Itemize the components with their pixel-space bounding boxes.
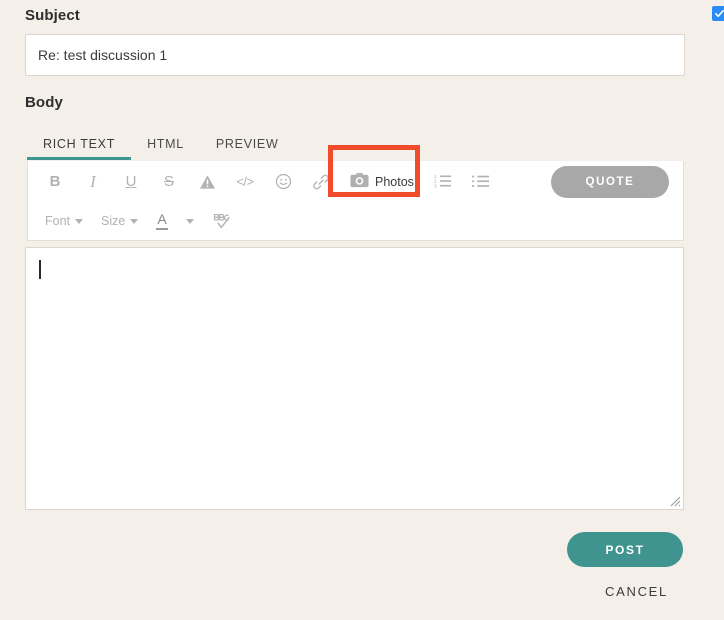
font-dropdown-label: Font	[45, 214, 71, 228]
subject-input[interactable]	[25, 34, 685, 76]
editor-mode-tabs: RICH TEXT HTML PREVIEW	[27, 128, 294, 160]
size-dropdown-label: Size	[101, 214, 126, 228]
editor-toolbar-card: B I U S </> Photos 1 2 3 QUOTE Font Size…	[27, 144, 684, 241]
tab-rich-text[interactable]: RICH TEXT	[27, 137, 132, 160]
svg-text:3: 3	[434, 183, 437, 188]
italic-icon[interactable]: I	[74, 167, 112, 197]
warning-triangle-icon[interactable]	[188, 167, 226, 197]
photos-button-wrapper: Photos	[328, 144, 420, 197]
toolbar-row-secondary: Font Size A	[28, 202, 683, 240]
camera-icon	[350, 172, 369, 191]
text-color-icon: A	[156, 211, 168, 230]
code-icon[interactable]: </>	[226, 167, 264, 197]
tab-html[interactable]: HTML	[131, 137, 200, 160]
ordered-list-icon[interactable]: 1 2 3	[424, 167, 462, 197]
photos-button[interactable]: Photos	[346, 167, 418, 197]
body-editor[interactable]	[25, 247, 684, 510]
cancel-button[interactable]: CANCEL	[590, 583, 683, 600]
size-dropdown[interactable]: Size	[92, 207, 147, 235]
underline-icon[interactable]: U	[112, 167, 150, 197]
text-cursor	[39, 260, 41, 279]
tab-preview[interactable]: PREVIEW	[200, 137, 295, 160]
checkmark-icon	[714, 8, 724, 19]
chevron-down-icon	[75, 218, 84, 224]
bold-icon[interactable]: B	[36, 167, 74, 197]
chevron-down-icon	[130, 218, 139, 224]
unordered-list-icon[interactable]	[462, 167, 500, 197]
link-icon[interactable]	[302, 167, 340, 197]
strikethrough-icon[interactable]: S	[150, 167, 188, 197]
post-button[interactable]: POST	[567, 532, 683, 567]
corner-checkbox[interactable]	[712, 6, 724, 21]
text-color-button[interactable]: A	[147, 207, 176, 235]
body-label: Body	[25, 94, 63, 111]
emoji-icon[interactable]	[264, 167, 302, 197]
text-color-dropdown[interactable]	[177, 207, 203, 235]
subject-label: Subject	[25, 7, 80, 24]
chevron-down-icon	[185, 218, 194, 224]
resize-handle[interactable]	[667, 493, 681, 507]
spellcheck-abc-icon[interactable]	[203, 206, 241, 236]
toolbar-row-primary: B I U S </> Photos 1 2 3 QUOTE	[28, 144, 683, 202]
post-composer-page: Subject Body RICH TEXT HTML PREVIEW B I …	[0, 0, 724, 620]
font-dropdown[interactable]: Font	[36, 207, 92, 235]
quote-button[interactable]: QUOTE	[551, 166, 669, 198]
photos-button-label: Photos	[375, 174, 414, 189]
